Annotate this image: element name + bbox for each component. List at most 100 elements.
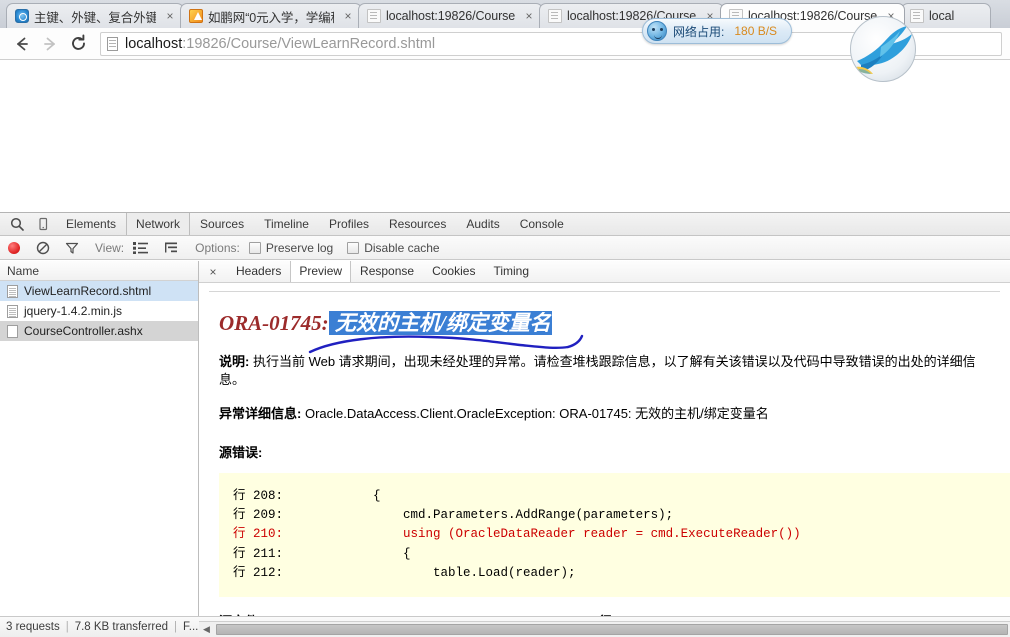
code-line-text: { [283,488,381,503]
page-favicon-icon [548,9,562,23]
view-label: View: [95,240,125,255]
address-bar-url: localhost:19826/Course/ViewLearnRecord.s… [125,36,435,52]
record-button-icon[interactable] [8,241,20,254]
devtools-body: Name ViewLearnRecord.shtml jquery-1.4.2.… [0,261,1010,616]
error-message-selected: 无效的主机/绑定变量名 [328,311,552,335]
error-description: 说明: 执行当前 Web 请求期间，出现未经处理的异常。请检查堆栈跟踪信息，以了… [219,353,1000,389]
view-list-icon[interactable] [133,241,149,254]
scroll-left-arrow-icon[interactable]: ◀ [199,624,214,635]
url-path: :19826/Course/ViewLearnRecord.shtml [182,35,436,52]
tab-title: 如鹏网“0元入学，学编程 [208,10,334,25]
bird-logo-badge[interactable] [850,16,916,82]
preserve-log-label: Preserve log [265,240,334,255]
forward-button-icon[interactable] [36,31,64,57]
aspnet-error-page: ORA-01745: 无效的主机/绑定变量名 说明: 执行当前 Web 请求期间… [199,283,1010,616]
error-code: ORA-01745: [219,311,329,335]
detail-tab-cookies[interactable]: Cookies [423,261,484,282]
preserve-log-checkbox[interactable]: Preserve log [248,240,334,255]
checkbox-box-icon [248,241,261,254]
tab-close-icon[interactable]: × [522,10,536,22]
source-error-heading: 源错误: [219,444,263,460]
device-mode-icon[interactable] [30,213,56,235]
tab-close-icon[interactable]: × [341,10,355,22]
scrollbar-thumb[interactable] [216,624,1008,635]
exception-text: Oracle.DataAccess.Client.OracleException… [301,406,769,422]
document-file-icon [7,284,18,298]
error-title: ORA-01745: 无效的主机/绑定变量名 [219,307,1000,337]
code-line-number: 行 211: [233,546,284,561]
close-detail-icon[interactable]: × [205,265,221,279]
request-name: CourseController.ashx [24,324,143,338]
tab-close-icon[interactable]: × [163,10,177,22]
devtools-tab-console[interactable]: Console [510,213,574,235]
options-label: Options: [195,240,240,255]
script-file-icon [7,304,18,318]
request-row[interactable]: ViewLearnRecord.shtml [0,281,198,301]
site-favicon-icon [189,9,203,23]
request-row[interactable]: jquery-1.4.2.min.js [0,301,198,321]
error-exception-details: 异常详细信息: Oracle.DataAccess.Client.OracleE… [219,405,1000,423]
browser-tab[interactable]: localhost:19826/Course × [358,3,543,28]
site-favicon-icon [15,9,29,23]
devtools-tab-elements[interactable]: Elements [56,213,126,235]
network-usage-label: 网络占用: [673,24,725,39]
code-line: 行 211: { [219,545,1010,564]
code-line: 行 209: cmd.Parameters.AddRange(parameter… [219,506,1010,525]
error-description-label: 说明: [219,354,250,369]
view-timeline-icon[interactable] [164,241,179,254]
status-transferred: 7.8 KB transferred [74,621,169,633]
devtools-panel: Elements Network Sources Timeline Profil… [0,212,1010,637]
request-list-column-header: Name [0,261,198,281]
request-name: jquery-1.4.2.min.js [24,304,123,318]
tab-title: localhost:19826/Course [386,9,515,23]
page-favicon-icon [367,9,381,23]
devtools-tab-timeline[interactable]: Timeline [254,213,319,235]
code-line: 行 212: table.Load(reader); [219,564,1010,583]
clear-button-icon[interactable] [36,241,50,255]
browser-window: 主键、外键、复合外键的 × 如鹏网“0元入学，学编程 × localhost:1… [0,0,1010,212]
tab-title: local [929,9,955,23]
horizontal-scrollbar[interactable]: ◀ [199,621,1010,637]
detail-tabbar: × Headers Preview Response Cookies Timin… [199,261,1010,283]
code-line-text: { [283,546,411,561]
network-speed-widget[interactable]: 网络占用: 180 B/S [642,18,793,44]
devtools-tab-audits[interactable]: Audits [456,213,509,235]
devtools-tab-network[interactable]: Network [126,213,191,235]
page-info-icon [107,36,118,51]
reload-button-icon[interactable] [64,31,92,57]
code-line: 行 208: { [219,487,1010,506]
code-line-number: 行 210: [233,527,284,542]
detail-tab-preview[interactable]: Preview [290,261,352,282]
tab-title: 主键、外键、复合外键的 [34,10,156,25]
detail-tab-response[interactable]: Response [351,261,423,282]
code-line-number: 行 208: [233,488,284,503]
request-detail-pane: × Headers Preview Response Cookies Timin… [199,261,1010,616]
page-viewport [0,60,1010,212]
request-row[interactable]: CourseController.ashx [0,321,198,341]
network-toolbar: View: Options: Preserve log Disable cach… [0,236,1010,260]
browser-tab[interactable]: 如鹏网“0元入学，学编程 × [180,3,362,28]
inspect-element-icon[interactable] [4,213,30,235]
detail-tab-timing[interactable]: Timing [484,261,538,282]
devtools-tab-resources[interactable]: Resources [379,213,456,235]
status-requests: 3 requests [6,621,60,633]
status-separator: | [174,621,178,633]
devtools-tab-sources[interactable]: Sources [190,213,254,235]
network-request-list: Name ViewLearnRecord.shtml jquery-1.4.2.… [0,261,199,616]
bird-icon [855,26,912,74]
code-line-number: 行 209: [233,507,284,522]
detail-tab-headers[interactable]: Headers [227,261,290,282]
checkbox-box-icon [347,241,360,254]
status-separator: | [65,621,69,633]
browser-tab[interactable]: 主键、外键、复合外键的 × [6,3,184,28]
devtools-tab-profiles[interactable]: Profiles [319,213,379,235]
filter-button-icon[interactable] [65,241,79,255]
devtools-tabbar: Elements Network Sources Timeline Profil… [0,213,1010,236]
disable-cache-checkbox[interactable]: Disable cache [347,241,440,255]
source-code-block: 行 208: { 行 209: cmd.Parameters.AddRange(… [219,472,1010,598]
url-host: localhost [125,35,183,52]
back-button-icon[interactable] [8,31,36,57]
generic-file-icon [7,324,18,338]
network-usage-value: 180 B/S [734,24,778,38]
code-line-text: cmd.Parameters.AddRange(parameters); [283,507,674,522]
